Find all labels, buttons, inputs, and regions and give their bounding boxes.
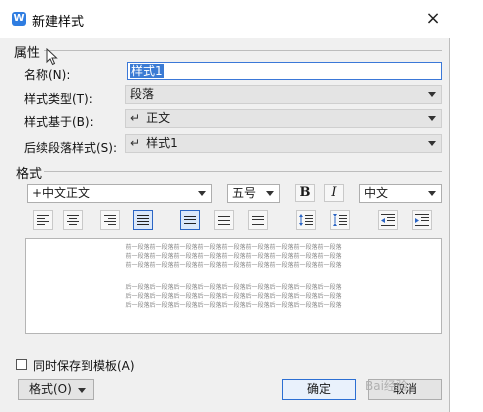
font-select[interactable]: +中文正文 [27, 184, 212, 203]
one-half-spacing-button[interactable] [214, 210, 234, 230]
properties-section-title: 属性 [14, 46, 41, 61]
style-type-label: 样式类型(T): [24, 92, 93, 106]
style-type-value: 段落 [130, 87, 155, 101]
based-on-value: 正文 [146, 111, 171, 125]
increase-spacing-icon [299, 214, 313, 226]
font-size-value: 五号 [232, 186, 257, 200]
increase-indent-button[interactable] [412, 210, 432, 230]
chevron-down-icon [428, 92, 436, 97]
format-divider [44, 171, 442, 172]
chevron-down-icon [428, 191, 436, 196]
format-menu-label: 格式(O) [29, 382, 72, 396]
double-spacing-icon [252, 216, 264, 225]
style-name-input[interactable]: 样式1 [127, 62, 442, 80]
format-menu-button[interactable]: 格式(O) [18, 379, 94, 400]
align-right-icon [104, 215, 116, 225]
close-button[interactable]: × [424, 10, 442, 28]
increase-paragraph-spacing-button[interactable] [296, 210, 316, 230]
align-justify-icon [137, 215, 149, 225]
script-value: 中文 [364, 186, 389, 200]
align-right-button[interactable] [100, 210, 120, 230]
chevron-down-icon [428, 116, 436, 121]
chevron-down-icon [198, 191, 206, 196]
align-justify-button[interactable] [133, 210, 153, 230]
chevron-down-icon [266, 191, 274, 196]
add-to-template-label: 同时保存到模板(A) [33, 359, 135, 373]
next-paragraph-style-label: 后续段落样式(S): [24, 141, 118, 155]
single-spacing-button[interactable] [180, 210, 200, 230]
next-paragraph-style-select[interactable]: ↵ 样式1 [125, 134, 442, 153]
decrease-paragraph-spacing-button[interactable] [330, 210, 350, 230]
based-on-label: 样式基于(B): [24, 115, 94, 129]
dialog-title: 新建样式 [32, 15, 85, 30]
based-on-select[interactable]: ↵ 正文 [125, 109, 442, 128]
single-spacing-icon [184, 216, 196, 224]
preview-previous-paragraph-line: 前一段落前一段落前一段落前一段落前一段落前一段落前一段落前一段落前一段落 [125, 253, 342, 260]
decrease-spacing-icon [333, 214, 347, 226]
properties-divider [44, 50, 442, 51]
align-left-button[interactable] [33, 210, 53, 230]
style-name-label: 名称(N): [24, 68, 71, 82]
one-half-spacing-icon [218, 216, 230, 225]
paragraph-return-icon: ↵ [130, 111, 141, 125]
preview-next-paragraph-line: 后一段落后一段落后一段落后一段落后一段落后一段落后一段落后一段落后一段落 [125, 302, 342, 309]
script-select[interactable]: 中文 [359, 184, 442, 203]
wps-app-icon: W [12, 12, 26, 26]
preview-previous-paragraph-line: 前一段落前一段落前一段落前一段落前一段落前一段落前一段落前一段落前一段落 [125, 262, 342, 269]
title-bar: W 新建样式 × [0, 0, 450, 38]
increase-indent-icon [415, 214, 429, 226]
double-spacing-button[interactable] [248, 210, 268, 230]
bold-button[interactable]: B [295, 184, 315, 202]
align-center-icon [67, 215, 79, 225]
watermark-text: Bai经验 [365, 379, 408, 393]
chevron-down-icon [78, 388, 86, 393]
decrease-indent-icon [381, 214, 395, 226]
font-size-select[interactable]: 五号 [227, 184, 280, 203]
ok-button[interactable]: 确定 [282, 379, 356, 400]
style-name-value: 样式1 [130, 64, 164, 78]
chevron-down-icon [428, 141, 436, 146]
style-type-select[interactable]: 段落 [125, 85, 442, 104]
decrease-indent-button[interactable] [378, 210, 398, 230]
style-preview-pane: 前一段落前一段落前一段落前一段落前一段落前一段落前一段落前一段落前一段落 前一段… [25, 238, 442, 334]
paragraph-return-icon: ↵ [130, 136, 141, 150]
italic-button[interactable]: I [324, 184, 344, 202]
mouse-cursor-icon [46, 48, 58, 66]
align-center-button[interactable] [63, 210, 83, 230]
preview-previous-paragraph-line: 前一段落前一段落前一段落前一段落前一段落前一段落前一段落前一段落前一段落 [125, 244, 342, 251]
new-style-dialog: W 新建样式 × 属性 名称(N): 样式1 样式类型(T): 段落 样式基于(… [0, 0, 450, 412]
preview-next-paragraph-line: 后一段落后一段落后一段落后一段落后一段落后一段落后一段落后一段落后一段落 [125, 293, 342, 300]
format-section-title: 格式 [16, 167, 43, 182]
preview-next-paragraph-line: 后一段落后一段落后一段落后一段落后一段落后一段落后一段落后一段落后一段落 [125, 284, 342, 291]
next-paragraph-style-value: 样式1 [146, 136, 178, 150]
align-left-icon [37, 215, 49, 225]
font-value: +中文正文 [32, 186, 91, 200]
add-to-template-checkbox[interactable] [16, 359, 27, 370]
